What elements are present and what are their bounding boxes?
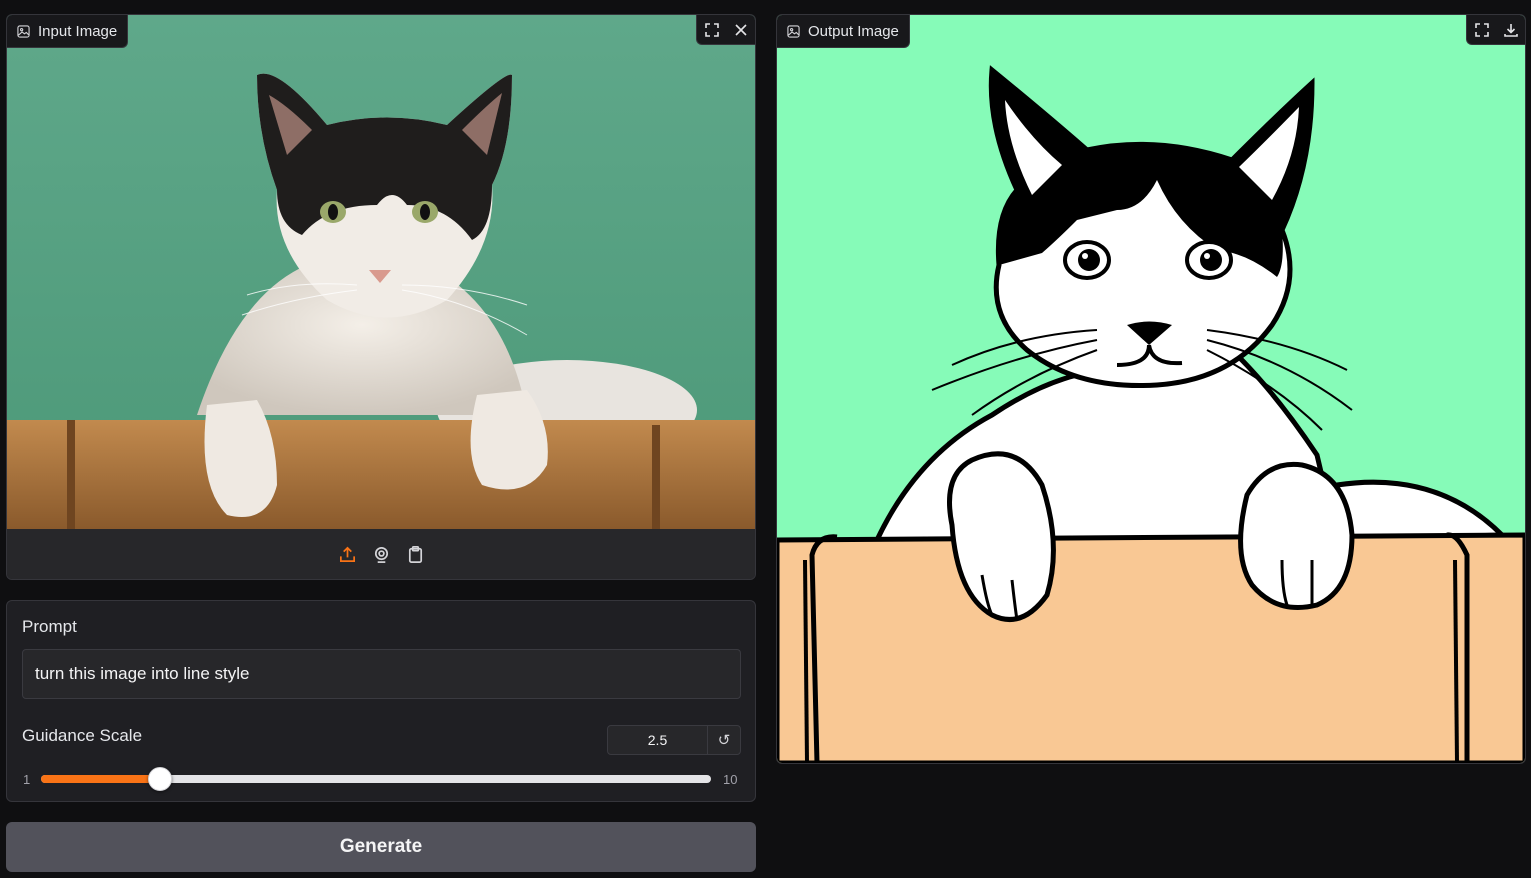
output-image-label: Output Image <box>777 15 910 48</box>
webcam-icon[interactable] <box>371 544 391 564</box>
input-image-panel: Input Image <box>6 14 756 580</box>
prompt-label: Prompt <box>22 617 77 636</box>
fullscreen-icon[interactable] <box>1467 15 1496 44</box>
output-image <box>777 15 1525 763</box>
slider-thumb[interactable] <box>148 767 172 791</box>
reset-icon[interactable]: ↺ <box>708 726 740 754</box>
output-image-label-text: Output Image <box>808 22 899 40</box>
guidance-scale-slider[interactable] <box>41 767 711 791</box>
guidance-scale-input[interactable]: 2.5 <box>608 726 708 754</box>
image-icon <box>787 24 800 38</box>
prompt-input[interactable]: turn this image into line style <box>22 649 741 699</box>
upload-icon[interactable] <box>337 544 357 564</box>
download-icon[interactable] <box>1496 15 1525 44</box>
slider-max-label: 10 <box>723 772 738 787</box>
fullscreen-icon[interactable] <box>697 15 726 44</box>
input-image-actions <box>696 15 755 45</box>
guidance-scale-number: 2.5 ↺ <box>607 725 741 755</box>
image-icon <box>17 24 30 38</box>
input-image[interactable] <box>7 15 755 529</box>
settings-panel: Prompt turn this image into line style G… <box>6 600 756 802</box>
input-image-label: Input Image <box>7 15 129 48</box>
output-image-actions <box>1466 15 1525 45</box>
guidance-scale-label: Guidance Scale <box>22 726 143 745</box>
slider-min-label: 1 <box>23 772 31 787</box>
slider-fill <box>41 775 159 783</box>
input-image-label-text: Input Image <box>38 22 118 40</box>
input-source-toolbar <box>7 529 755 579</box>
close-icon[interactable] <box>726 15 755 44</box>
generate-button[interactable]: Generate <box>6 822 756 872</box>
clipboard-icon[interactable] <box>405 544 425 564</box>
output-image-panel: Output Image <box>776 14 1526 764</box>
